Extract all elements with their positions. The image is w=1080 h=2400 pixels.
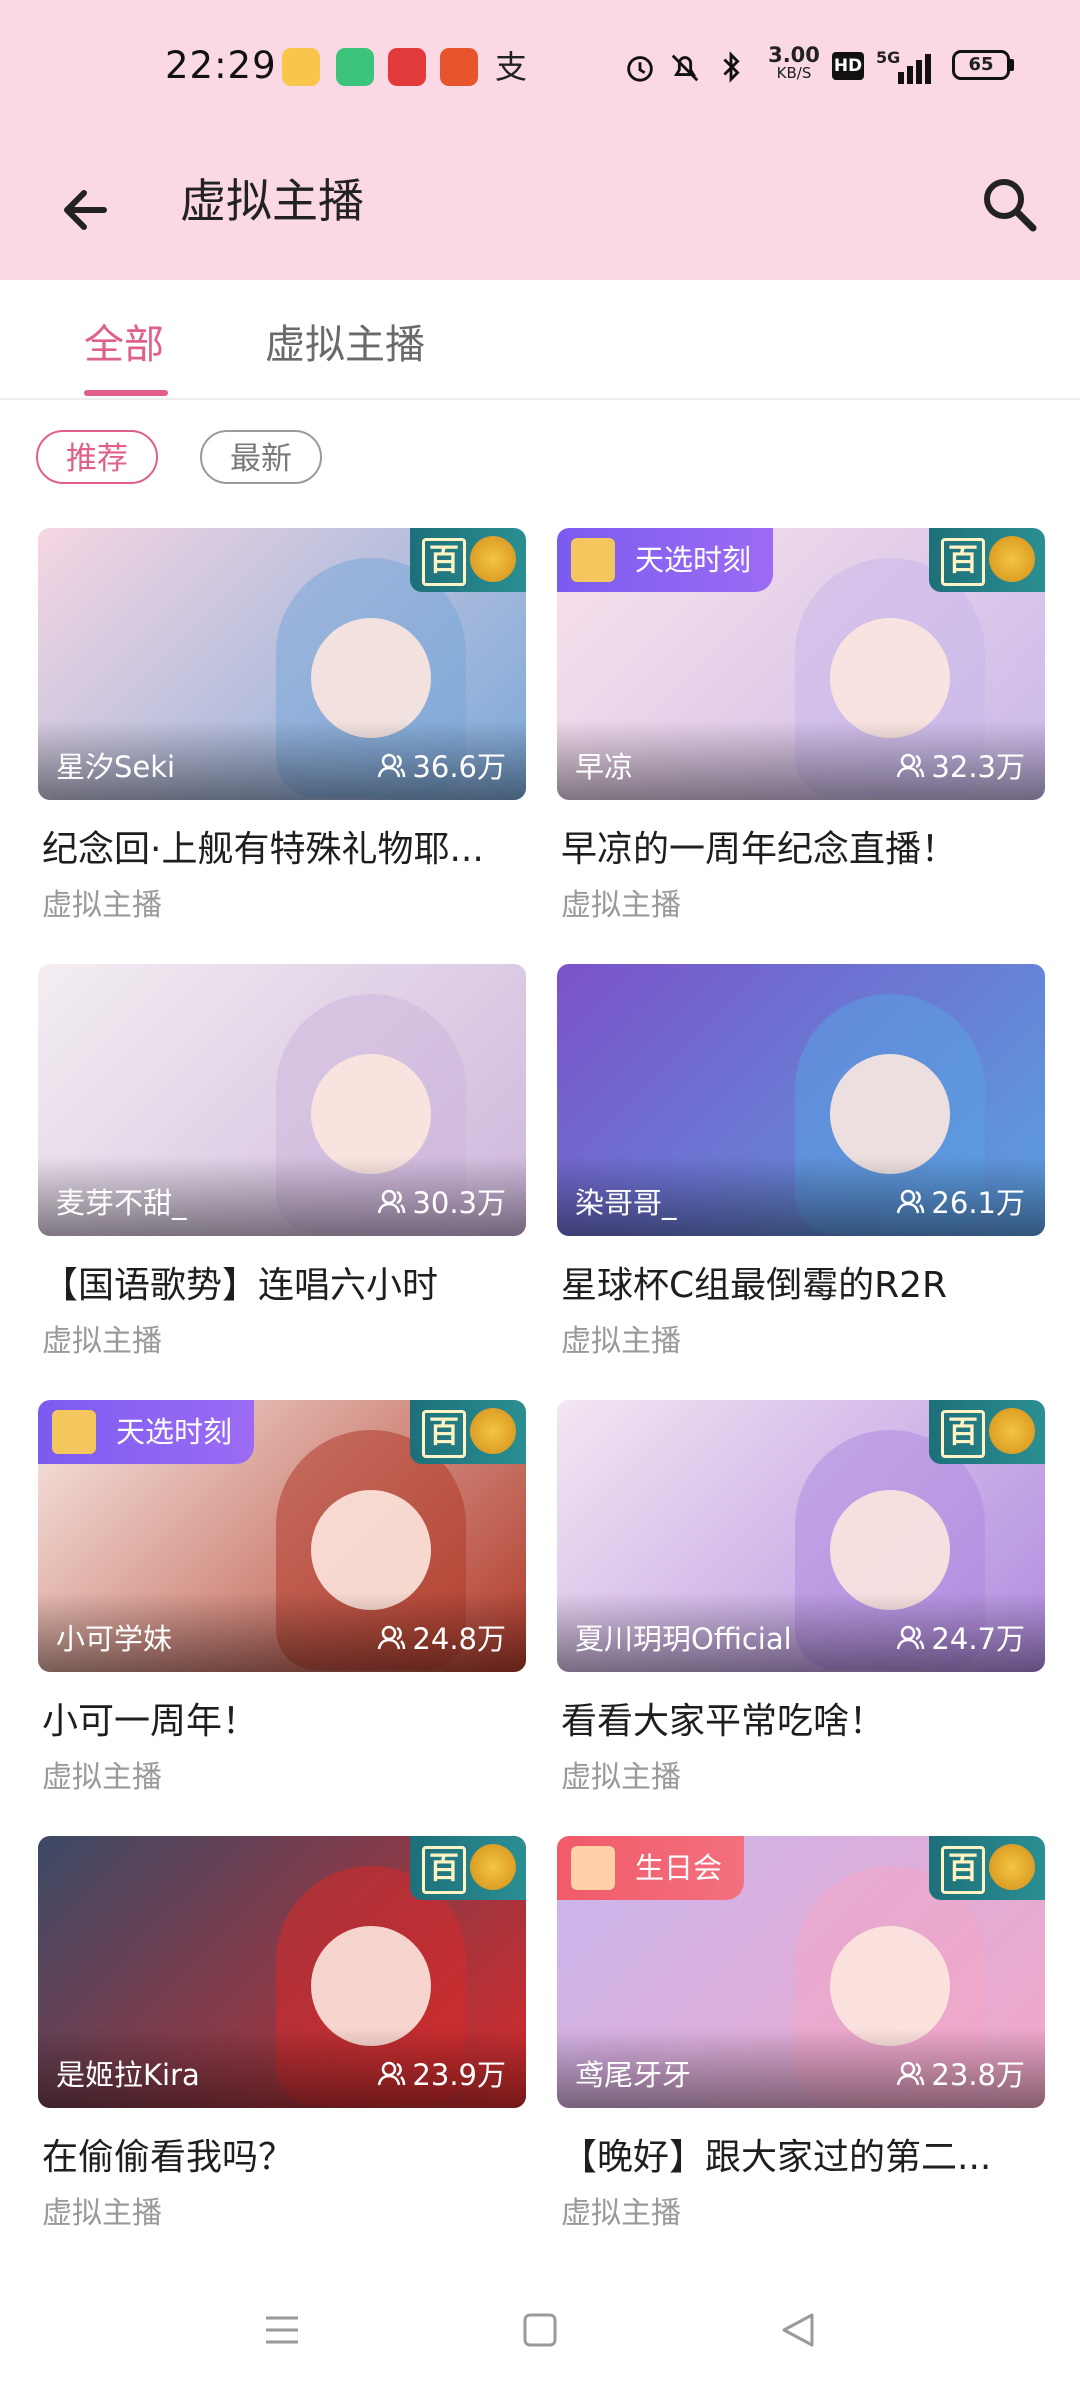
shopping-app-icon (440, 48, 478, 86)
mute-icon (671, 54, 699, 82)
room-title[interactable]: 【国语歌势】连唱六小时 (42, 1256, 528, 1308)
arrow-left-icon[interactable] (52, 175, 122, 245)
search-icon[interactable] (975, 170, 1045, 240)
viewers-icon (897, 753, 925, 778)
alipay-icon: 支 (494, 48, 527, 86)
room-category: 虚拟主播 (42, 1760, 162, 1795)
room-cover-image[interactable]: 百 生日会鸢尾牙牙 23.8万 (557, 1836, 1045, 2108)
hd-badge: HD (832, 52, 864, 80)
anchor-name: 夏川玥玥Official (575, 1622, 792, 1656)
anchor-name: 星汐Seki (56, 750, 176, 784)
view-count: 23.9万 (376, 2052, 506, 2094)
live-room-card[interactable]: 百夏川玥玥Official 24.7万看看大家平常吃啥！ 虚拟主播 (557, 1400, 1045, 1820)
anchor-name: 是姬拉Kira (56, 2058, 200, 2092)
home-square-icon[interactable] (520, 2310, 560, 2350)
signal-icon: 5G (876, 48, 932, 84)
hundred-badge-icon: 百 (929, 1836, 1045, 1900)
tab-vtuber[interactable]: 虚拟主播 (265, 312, 425, 370)
anchor-name: 麦芽不甜_ (56, 1186, 187, 1220)
room-cover-image[interactable]: 百 天选时刻早凉 32.3万 (557, 528, 1045, 800)
hundred-badge-icon: 百 (929, 528, 1045, 592)
room-cover-image[interactable]: 麦芽不甜_ 30.3万 (38, 964, 526, 1236)
room-cover-image[interactable]: 染哥哥_ 26.1万 (557, 964, 1045, 1236)
page-title: 虚拟主播 (180, 174, 364, 228)
filter-recommended[interactable]: 推荐 (36, 430, 158, 484)
viewers-icon (378, 2061, 406, 2086)
view-count: 36.6万 (376, 744, 506, 786)
view-count: 30.3万 (376, 1180, 506, 1222)
battery-tip (1010, 59, 1014, 71)
room-title[interactable]: 早凉的一周年纪念直播！ (561, 820, 1047, 872)
room-cover-image[interactable]: 百是姬拉Kira 23.9万 (38, 1836, 526, 2108)
tab-all[interactable]: 全部 (84, 312, 164, 370)
tab-indicator (84, 390, 168, 396)
network-speed: 3.00 KB/S (768, 43, 820, 83)
hundred-badge-icon: 百 (410, 1836, 526, 1900)
room-title[interactable]: 星球杯C组最倒霉的R2R (561, 1256, 1047, 1308)
view-count: 24.7万 (895, 1616, 1025, 1658)
ticket-icon (571, 538, 615, 582)
hundred-badge-icon: 百 (929, 1400, 1045, 1464)
back-triangle-icon[interactable] (778, 2310, 818, 2350)
category-tabs: 全部 虚拟主播 (0, 280, 1080, 400)
live-room-card[interactable]: 染哥哥_ 26.1万星球杯C组最倒霉的R2R 虚拟主播 (557, 964, 1045, 1384)
hundred-badge-icon: 百 (410, 1400, 526, 1464)
view-count: 24.8万 (376, 1616, 506, 1658)
ticket-icon (52, 1410, 96, 1454)
room-category: 虚拟主播 (561, 1324, 681, 1359)
system-nav-bar (0, 2260, 1080, 2400)
hundred-badge-icon: 百 (410, 528, 526, 592)
room-title[interactable]: 看看大家平常吃啥！ (561, 1692, 1047, 1744)
nav-bar: 虚拟主播 (0, 135, 1080, 280)
activity-tag: 生日会 (557, 1836, 745, 1900)
room-title[interactable]: 在偷偷看我吗？ (42, 2128, 528, 2180)
live-room-card[interactable]: 百是姬拉Kira 23.9万在偷偷看我吗？ 虚拟主播 (38, 1836, 526, 2256)
anchor-name: 小可学妹 (56, 1622, 173, 1656)
room-category: 虚拟主播 (42, 888, 162, 923)
viewers-icon (378, 1189, 406, 1214)
room-title[interactable]: 【晚好】跟大家过的第二... (561, 2128, 1047, 2180)
battery-icon: 65 (952, 50, 1010, 80)
weibo-icon (282, 48, 320, 86)
room-category: 虚拟主播 (561, 888, 681, 923)
status-time: 22:29 (165, 44, 277, 87)
room-category: 虚拟主播 (42, 1324, 162, 1359)
viewers-icon (897, 2061, 925, 2086)
viewers-icon (378, 1625, 406, 1650)
anchor-name: 鸢尾牙牙 (575, 2058, 692, 2092)
live-room-card[interactable]: 百 天选时刻早凉 32.3万早凉的一周年纪念直播！ 虚拟主播 (557, 528, 1045, 948)
live-room-card[interactable]: 百星汐Seki 36.6万纪念回·上舰有特殊礼物耶... 虚拟主播 (38, 528, 526, 948)
netease-music-icon (388, 48, 426, 86)
menu-icon[interactable] (262, 2310, 302, 2350)
viewers-icon (897, 1189, 925, 1214)
room-category: 虚拟主播 (561, 2196, 681, 2231)
view-count: 23.8万 (895, 2052, 1025, 2094)
anchor-name: 染哥哥_ (575, 1186, 677, 1220)
viewers-icon (378, 753, 406, 778)
room-title[interactable]: 小可一周年！ (42, 1692, 528, 1744)
room-cover-image[interactable]: 百夏川玥玥Official 24.7万 (557, 1400, 1045, 1672)
room-cover-image[interactable]: 百 天选时刻小可学妹 24.8万 (38, 1400, 526, 1672)
activity-tag: 天选时刻 (557, 528, 774, 592)
anchor-name: 早凉 (575, 750, 634, 784)
status-bar: 22:29 支 3.00 KB/S HD 5G 65 (0, 0, 1080, 135)
cake-icon (571, 1846, 615, 1890)
room-title[interactable]: 纪念回·上舰有特殊礼物耶... (42, 820, 528, 872)
filter-latest[interactable]: 最新 (200, 430, 322, 484)
view-count: 26.1万 (895, 1180, 1025, 1222)
room-category: 虚拟主播 (561, 1760, 681, 1795)
alarm-icon (627, 56, 653, 82)
live-room-card[interactable]: 百 生日会鸢尾牙牙 23.8万【晚好】跟大家过的第二... 虚拟主播 (557, 1836, 1045, 2256)
room-cover-image[interactable]: 百星汐Seki 36.6万 (38, 528, 526, 800)
activity-tag: 天选时刻 (38, 1400, 255, 1464)
bluetooth-icon (723, 51, 740, 83)
video-app-icon (336, 48, 374, 86)
live-room-card[interactable]: 麦芽不甜_ 30.3万【国语歌势】连唱六小时虚拟主播 (38, 964, 526, 1384)
view-count: 32.3万 (895, 744, 1025, 786)
live-room-card[interactable]: 百 天选时刻小可学妹 24.8万小可一周年！ 虚拟主播 (38, 1400, 526, 1820)
room-category: 虚拟主播 (42, 2196, 162, 2231)
viewers-icon (897, 1625, 925, 1650)
header: 22:29 支 3.00 KB/S HD 5G 65 虚拟主播 (0, 0, 1080, 280)
